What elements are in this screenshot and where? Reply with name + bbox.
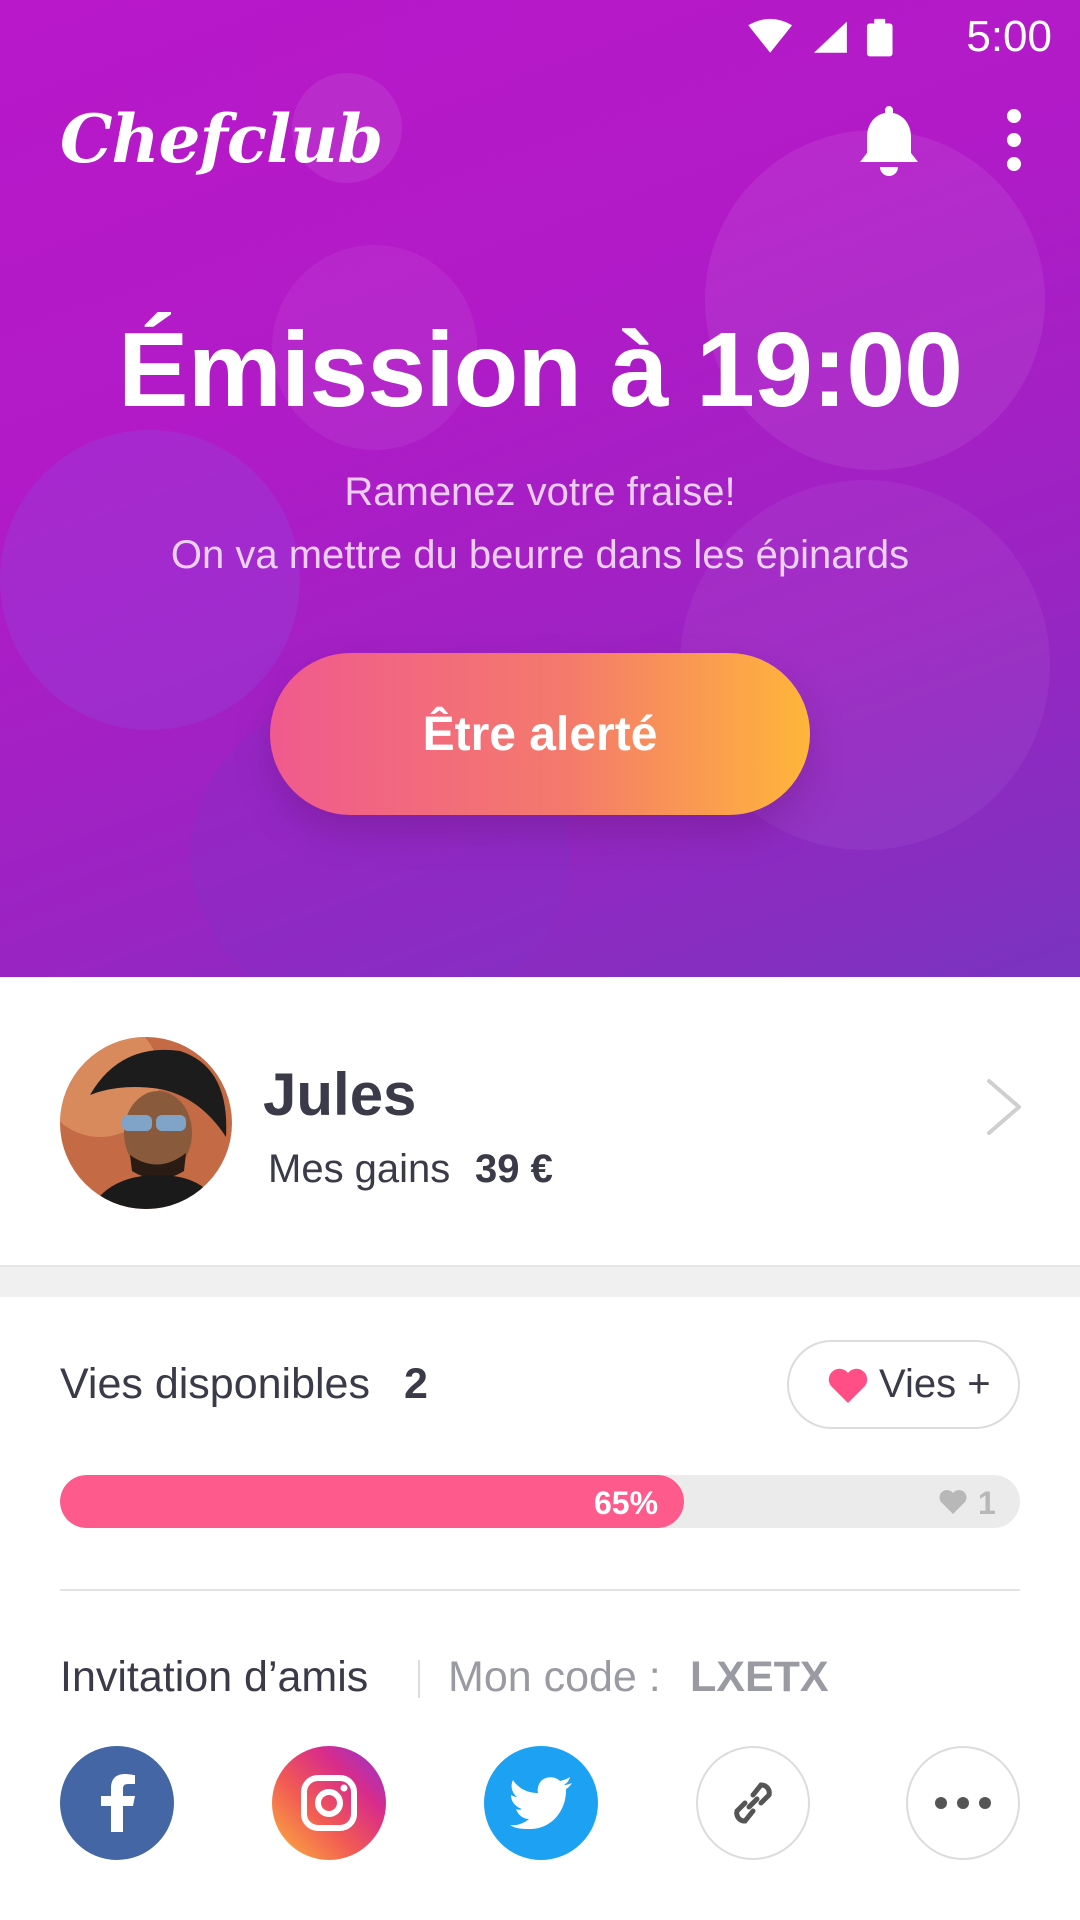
share-twitter-button[interactable] bbox=[484, 1746, 598, 1860]
invite-friends-label: Invitation d’amis bbox=[60, 1653, 369, 1701]
hero-banner: 5:00 Chefclub Émission à 19:00 Ramenez v… bbox=[0, 0, 1080, 977]
twitter-icon bbox=[510, 1777, 572, 1829]
lives-label: Vies disponibles bbox=[60, 1360, 370, 1408]
get-alerted-button[interactable]: Être alerté bbox=[270, 653, 810, 815]
hero-subtitle-line1: Ramenez votre fraise! bbox=[344, 470, 736, 514]
share-instagram-button[interactable] bbox=[272, 1746, 386, 1860]
facebook-icon bbox=[101, 1774, 135, 1832]
share-facebook-button[interactable] bbox=[60, 1746, 174, 1860]
divider bbox=[60, 1589, 1020, 1591]
earnings-value: 39 € bbox=[475, 1147, 553, 1191]
hero-title: Émission à 19:00 bbox=[117, 311, 963, 429]
heart-icon bbox=[939, 1490, 967, 1514]
profile-card[interactable]: Jules Mes gains 39 € bbox=[0, 977, 1080, 1267]
separator bbox=[418, 1660, 420, 1698]
more-lives-label: Vies + bbox=[879, 1362, 991, 1406]
heart-icon bbox=[828, 1368, 868, 1403]
status-time: 5:00 bbox=[966, 12, 1052, 61]
invite-code-label: Mon code : bbox=[448, 1653, 661, 1701]
profile-name: Jules bbox=[263, 1061, 417, 1128]
section-divider bbox=[0, 1267, 1080, 1297]
earnings-label: Mes gains bbox=[268, 1147, 451, 1191]
invite-code-value: LXETX bbox=[690, 1653, 829, 1701]
progress-percent: 65% bbox=[594, 1485, 659, 1521]
bell-icon[interactable] bbox=[858, 104, 920, 178]
wifi-icon bbox=[748, 18, 793, 53]
progress-fill bbox=[60, 1475, 684, 1528]
instagram-icon bbox=[301, 1775, 357, 1831]
progress-next-lives: 1 bbox=[978, 1485, 996, 1521]
more-lives-button[interactable]: Vies + bbox=[787, 1340, 1020, 1429]
more-horizontal-icon bbox=[935, 1797, 991, 1809]
hero-subtitle-line2: On va mettre du beurre dans les épinards bbox=[170, 533, 910, 577]
copy-link-button[interactable] bbox=[696, 1746, 810, 1860]
chevron-right-icon[interactable] bbox=[985, 1077, 1025, 1137]
lives-count: 2 bbox=[404, 1360, 428, 1408]
status-bar: 5:00 bbox=[0, 0, 1080, 76]
more-vertical-icon[interactable] bbox=[994, 108, 1034, 172]
battery-icon bbox=[866, 23, 893, 57]
avatar bbox=[60, 1037, 232, 1209]
more-share-button[interactable] bbox=[906, 1746, 1020, 1860]
lives-progress-bar: 65% 1 bbox=[60, 1475, 1020, 1528]
link-icon bbox=[734, 1782, 772, 1824]
status-icons bbox=[748, 18, 893, 57]
cellular-signal-icon bbox=[814, 21, 847, 53]
chefclub-logo: Chefclub bbox=[60, 100, 383, 178]
